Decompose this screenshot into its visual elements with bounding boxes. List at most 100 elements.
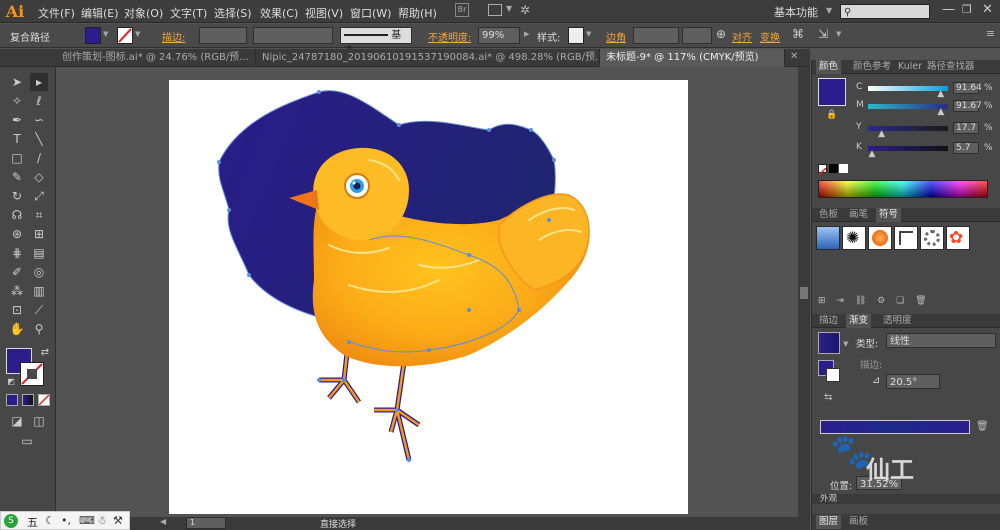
tab-appearance[interactable]: 外观	[820, 494, 837, 504]
arrange-icon[interactable]: ⇲	[818, 27, 828, 44]
eyedropper-tool-icon[interactable]: ✐	[8, 263, 26, 281]
doc-tab-2[interactable]: Nipic_24787180_20190610191537190084.ai* …	[256, 49, 600, 67]
scale-tool-icon[interactable]: ⤢	[30, 187, 48, 205]
paintbrush-tool-icon[interactable]: ∕	[30, 149, 48, 167]
swap-fill-stroke-icon[interactable]: ⇄	[36, 344, 54, 362]
eraser-tool-icon[interactable]: ◇	[30, 168, 48, 186]
channel-m-slider[interactable]	[868, 104, 948, 109]
ime-mode-label[interactable]: 五	[27, 514, 38, 530]
isolate-icon[interactable]: ⌘	[792, 27, 804, 44]
column-graph-tool-icon[interactable]: ▥	[30, 282, 48, 300]
artboard[interactable]	[169, 80, 688, 514]
color-spectrum-bar[interactable]	[818, 180, 988, 198]
menu-object[interactable]: 对象(O)	[124, 5, 163, 21]
free-transform-tool-icon[interactable]: ⌗	[30, 206, 48, 224]
place-symbol-icon[interactable]: ⇥	[836, 296, 844, 306]
tab-layers[interactable]: 图层	[816, 515, 842, 529]
none-mode-button[interactable]	[38, 394, 50, 406]
warp-tool-icon[interactable]: ☊	[8, 206, 26, 224]
symbol-orange-button[interactable]	[868, 226, 892, 250]
symbol-ink-splat[interactable]: ✺	[842, 226, 866, 250]
menu-file[interactable]: 文件(F)	[38, 5, 75, 21]
moon-icon[interactable]: ☾	[45, 514, 55, 527]
zoom-tool-icon[interactable]: ⚲	[30, 320, 48, 338]
close-icon[interactable]: ✕	[982, 2, 993, 17]
gradient-location-input[interactable]: 31.52%	[856, 476, 902, 490]
gradient-type-select[interactable]: 线性	[886, 333, 996, 348]
wrench-icon[interactable]: ⚒	[113, 514, 123, 527]
artboard-navigator[interactable]: 1	[186, 517, 226, 529]
pen-tool-icon[interactable]: ✒	[8, 111, 26, 129]
rotate-tool-icon[interactable]: ↻	[8, 187, 26, 205]
delete-symbol-icon[interactable]: 🗑	[915, 296, 926, 306]
perspective-grid-tool-icon[interactable]: ⊞	[30, 225, 48, 243]
hand-tool-icon[interactable]: ✋	[8, 320, 26, 338]
symbol-library-icon[interactable]: ⊞	[818, 296, 826, 306]
chevron-down-icon[interactable]: ▼	[836, 30, 841, 47]
line-tool-icon[interactable]: ╲	[30, 130, 48, 148]
punctuation-icon[interactable]: •,	[61, 514, 71, 527]
keyboard-icon[interactable]: ⌨	[79, 514, 95, 527]
symbol-flower[interactable]: ✿	[946, 226, 970, 250]
channel-m-value[interactable]: 91.67	[953, 100, 982, 112]
new-symbol-icon[interactable]: ❏	[896, 296, 904, 306]
channel-c-value[interactable]: 91.64	[953, 82, 982, 94]
white-color-button[interactable]	[839, 164, 848, 173]
blend-tool-icon[interactable]: ◎	[30, 263, 48, 281]
menu-select[interactable]: 选择(S)	[214, 5, 252, 21]
arrange-documents-icon[interactable]	[488, 4, 502, 16]
artboard-tool-icon[interactable]: ⊡	[8, 301, 26, 319]
stroke-swatch[interactable]	[117, 27, 133, 44]
type-tool-icon[interactable]: T	[8, 130, 26, 148]
tab-swatches[interactable]: 色板	[816, 208, 841, 222]
menu-help[interactable]: 帮助(H)	[398, 5, 437, 21]
channel-k-thumb[interactable]: ▲	[869, 149, 876, 159]
delete-stop-icon[interactable]: 🗑	[976, 421, 989, 432]
gradient-mode-button[interactable]	[22, 394, 34, 406]
doc-tab-3-active[interactable]: 未标题-9* @ 117% (CMYK/预览)	[600, 49, 785, 67]
skin-icon[interactable]: ☃	[97, 514, 107, 527]
symbol-chain[interactable]	[920, 226, 944, 250]
symbol-blue-bar[interactable]	[816, 226, 840, 250]
tab-symbols[interactable]: 符号	[876, 208, 902, 222]
break-link-icon[interactable]: ⛓	[855, 296, 866, 306]
tab-pathfinder[interactable]: 路径查找器	[924, 60, 978, 74]
mesh-tool-icon[interactable]: ⋕	[8, 244, 26, 262]
channel-k-slider[interactable]	[868, 146, 948, 151]
variable-width-select[interactable]	[253, 27, 333, 44]
chick-illustration[interactable]	[169, 80, 688, 514]
slice-tool-icon[interactable]: ⟋	[30, 301, 48, 319]
tab-kuler[interactable]: Kuler	[895, 60, 925, 74]
symbol-options-icon[interactable]: ⚙	[877, 296, 885, 306]
reverse-gradient-icon[interactable]: ⇆	[824, 392, 832, 403]
restore-icon[interactable]: ❐	[962, 3, 972, 16]
channel-k-value[interactable]: 5.7	[953, 142, 979, 154]
lock-icon[interactable]: 🔒	[826, 110, 837, 120]
tab-transparency[interactable]: 透明度	[880, 314, 915, 328]
menu-view[interactable]: 视图(V)	[305, 5, 343, 21]
chevron-down-icon[interactable]: ▼	[103, 30, 108, 47]
none-color-button[interactable]	[818, 164, 827, 176]
sync-icon[interactable]: ✲	[520, 3, 530, 17]
chevron-down-icon[interactable]: ▼	[843, 340, 848, 348]
graphic-style-swatch[interactable]	[568, 27, 584, 44]
bridge-icon[interactable]: Br	[455, 3, 469, 17]
channel-c-thumb[interactable]: ▲	[937, 89, 944, 99]
scrollbar-thumb[interactable]	[800, 287, 808, 299]
menu-type[interactable]: 文字(T)	[170, 5, 207, 21]
magic-wand-tool-icon[interactable]: ✧	[8, 92, 26, 110]
opacity-label[interactable]: 不透明度:	[428, 29, 471, 46]
pencil-tool-icon[interactable]: ✎	[8, 168, 26, 186]
lasso-tool-icon[interactable]: ℓ	[30, 92, 48, 110]
tab-artboards[interactable]: 画板	[846, 515, 871, 529]
menu-edit[interactable]: 编辑(E)	[81, 5, 119, 21]
recolor-icon[interactable]: ⊕	[716, 27, 726, 44]
draw-inside-icon[interactable]: ◫	[30, 412, 48, 430]
edge-label[interactable]: 边角	[606, 29, 626, 46]
draw-mode-icon[interactable]: ◪	[8, 412, 26, 430]
symbol-sprayer-tool-icon[interactable]: ⁂	[8, 282, 26, 300]
gradient-slider[interactable]	[820, 420, 970, 434]
menu-window[interactable]: 窗口(W)	[350, 5, 391, 21]
selection-tool-icon[interactable]: ➤	[8, 73, 26, 91]
channel-m-thumb[interactable]: ▲	[937, 107, 944, 117]
